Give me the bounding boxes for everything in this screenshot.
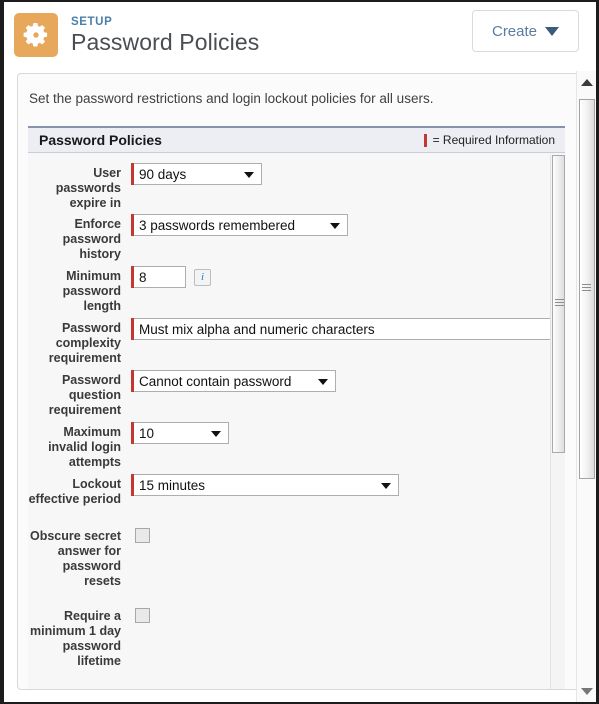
panel-scrollbar[interactable] xyxy=(550,155,565,689)
chevron-down-icon xyxy=(211,431,221,437)
content-card: Set the password restrictions and login … xyxy=(17,73,580,690)
scroll-down-arrow-icon[interactable] xyxy=(577,682,596,700)
required-marker-icon xyxy=(423,133,427,147)
field-control xyxy=(135,526,150,543)
select-maximum-invalid-login-attempts[interactable]: 10 xyxy=(134,422,229,444)
field-maximum-invalid-login-attempts: Maximum invalid login attempts 10 xyxy=(28,422,229,470)
chevron-down-icon xyxy=(330,223,340,229)
section-header: Password Policies = Required Information xyxy=(28,128,565,153)
field-user-passwords-expire-in: User passwords expire in 90 days xyxy=(28,163,262,211)
field-enforce-password-history: Enforce password history 3 passwords rem… xyxy=(28,214,348,262)
field-control: 90 days xyxy=(131,163,262,185)
field-password-complexity-requirement: Password complexity requirement Must mix… xyxy=(28,318,565,366)
field-control: 3 passwords remembered xyxy=(131,214,348,236)
field-control: 15 minutes xyxy=(131,474,399,496)
page-title: Password Policies xyxy=(71,28,260,55)
select-user-passwords-expire-in[interactable]: 90 days xyxy=(134,163,262,185)
chevron-down-icon xyxy=(318,379,328,385)
field-control: 8 i xyxy=(131,266,211,288)
select-value: 90 days xyxy=(139,166,187,182)
checkbox-require-minimum-1-day-password-lifetime[interactable] xyxy=(135,608,150,623)
field-control xyxy=(135,606,150,623)
field-label: Password question requirement xyxy=(48,373,121,417)
create-button-label: Create xyxy=(491,22,538,40)
select-password-question-requirement[interactable]: Cannot contain password xyxy=(134,370,336,392)
triangle-up xyxy=(580,78,593,86)
page-header: SETUP Password Policies Create xyxy=(4,2,596,68)
select-enforce-password-history[interactable]: 3 passwords remembered xyxy=(134,214,348,236)
header-text: SETUP Password Policies xyxy=(71,16,259,54)
scroll-up-arrow-icon[interactable] xyxy=(577,73,596,91)
panel-scrollbar-thumb[interactable] xyxy=(552,155,565,453)
chevron-down-icon xyxy=(545,26,560,36)
field-control: 10 xyxy=(131,422,229,444)
field-label: Password complexity requirement xyxy=(48,321,121,365)
checkbox-obscure-secret-answer[interactable] xyxy=(135,528,150,543)
field-control: Must mix alpha and numeric characters xyxy=(131,318,565,340)
select-value: Cannot contain password xyxy=(139,373,292,389)
field-label: Maximum invalid login attempts xyxy=(48,425,121,469)
scrollbar-grip-icon xyxy=(554,299,564,309)
app-window: SETUP Password Policies Create Set the p… xyxy=(0,0,599,704)
field-label: Minimum password length xyxy=(62,269,121,313)
setup-eyebrow: SETUP xyxy=(71,15,113,28)
field-minimum-password-length: Minimum password length 8 i xyxy=(28,266,211,314)
field-lockout-effective-period: Lockout effective period 15 minutes xyxy=(28,474,399,507)
policies-form: User passwords expire in 90 days Enforce… xyxy=(28,153,565,689)
select-value: 3 passwords remembered xyxy=(139,217,296,233)
chevron-down-icon xyxy=(244,172,254,178)
field-label: Enforce password history xyxy=(62,217,121,261)
page-scrollbar-thumb[interactable] xyxy=(579,99,595,479)
field-label: User passwords expire in xyxy=(55,166,121,210)
scrollbar-grip-icon xyxy=(582,284,591,294)
policies-panel: Password Policies = Required Information… xyxy=(28,126,565,689)
input-minimum-password-length[interactable]: 8 xyxy=(134,266,186,288)
create-button[interactable]: Create xyxy=(472,10,579,52)
select-lockout-effective-period[interactable]: 15 minutes xyxy=(134,474,399,496)
field-label: Lockout effective period xyxy=(28,477,121,506)
triangle-down xyxy=(580,687,593,695)
section-title: Password Policies xyxy=(39,132,162,148)
field-obscure-secret-answer: Obscure secret answer for password reset… xyxy=(28,526,150,589)
intro-text: Set the password restrictions and login … xyxy=(29,91,434,106)
select-value: Must mix alpha and numeric characters xyxy=(139,321,375,337)
field-label: Require a minimum 1 day password lifetim… xyxy=(30,609,121,668)
page-scrollbar[interactable] xyxy=(576,71,596,702)
required-legend: = Required Information xyxy=(423,133,555,147)
select-password-complexity-requirement[interactable]: Must mix alpha and numeric characters xyxy=(134,318,565,340)
select-value: 10 xyxy=(139,425,155,441)
field-password-question-requirement: Password question requirement Cannot con… xyxy=(28,370,336,418)
required-legend-label: = Required Information xyxy=(432,133,555,147)
field-label: Obscure secret answer for password reset… xyxy=(29,529,121,588)
field-require-minimum-1-day-password-lifetime: Require a minimum 1 day password lifetim… xyxy=(28,606,150,669)
gear-icon xyxy=(14,13,58,57)
select-value: 15 minutes xyxy=(139,477,206,493)
chevron-down-icon xyxy=(381,483,391,489)
field-control: Cannot contain password xyxy=(131,370,336,392)
info-icon[interactable]: i xyxy=(194,268,211,286)
